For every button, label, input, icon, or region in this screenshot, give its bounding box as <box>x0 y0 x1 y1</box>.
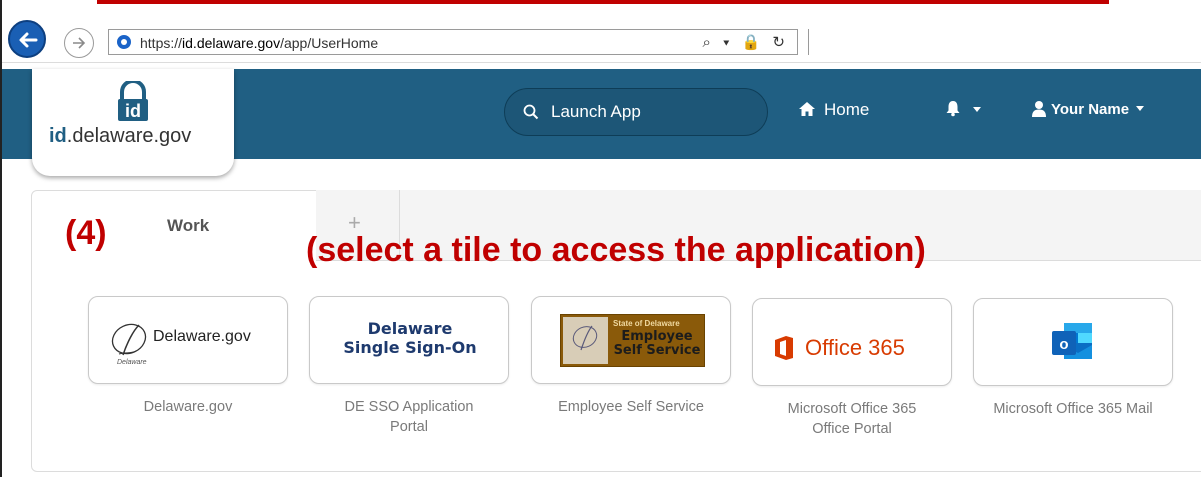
app-tile-delaware-gov[interactable]: Delaware.gov Delaware <box>88 296 288 384</box>
ess-logo: State of Delaware Employee Self Service <box>560 314 705 367</box>
tile-label[interactable]: DE SSO Application Portal <box>309 397 509 437</box>
svg-text:id: id <box>125 101 141 121</box>
toolbar-divider <box>2 62 1201 63</box>
site-logo[interactable]: id id.delaware.gov <box>32 69 234 176</box>
tile-logo-text: Delaware.gov <box>153 328 251 345</box>
chevron-down-icon <box>1136 106 1145 111</box>
chevron-down-icon <box>973 107 981 112</box>
tab-work[interactable]: Work <box>167 216 209 236</box>
tile-label[interactable]: Microsoft Office 365 Mail <box>973 399 1173 419</box>
launch-app-label: Launch App <box>551 102 641 121</box>
app-tile-office-365-mail[interactable]: o <box>973 298 1173 386</box>
delaware-d-logo-icon <box>111 323 147 356</box>
address-actions-icon[interactable]: ⌕ ▾ 🔒 ↻ <box>703 33 789 51</box>
address-bar[interactable]: https://id.delaware.gov/app/UserHome ⌕ ▾… <box>108 29 798 55</box>
home-link[interactable]: Home <box>799 100 870 120</box>
office-logo-icon <box>775 336 793 360</box>
home-label: Home <box>824 100 870 119</box>
user-icon <box>1032 101 1046 117</box>
tile-logo-text: Delaware Single Sign-On <box>343 319 477 357</box>
bell-icon <box>946 101 960 117</box>
tile-logo-text: Office 365 <box>805 335 905 360</box>
outlook-logo-icon: o <box>1052 323 1092 359</box>
svg-text:o: o <box>1059 336 1068 353</box>
forward-button[interactable] <box>64 28 94 58</box>
launch-app-search[interactable]: Launch App <box>504 88 768 136</box>
home-icon <box>799 102 815 116</box>
arrow-left-icon <box>19 32 38 48</box>
tile-logo-text: Employee Self Service <box>613 329 701 358</box>
tile-label[interactable]: Microsoft Office 365 Office Portal <box>752 399 952 439</box>
app-tile-employee-self-service[interactable]: State of Delaware Employee Self Service <box>531 296 731 384</box>
tile-label[interactable]: Delaware.gov <box>88 397 288 417</box>
instruction-annotation: (select a tile to access the application… <box>306 231 926 269</box>
tile-logo-subtext: State of Delaware <box>613 319 680 328</box>
app-tile-office-365[interactable]: Office 365 <box>752 298 952 386</box>
notifications-menu[interactable] <box>944 99 981 122</box>
highlight-border <box>97 0 1109 4</box>
url-text: https://id.delaware.gov/app/UserHome <box>140 35 379 51</box>
search-icon <box>523 104 539 120</box>
lock-logo-icon: id <box>118 81 148 121</box>
app-tile-de-sso[interactable]: Delaware Single Sign-On <box>309 296 509 384</box>
back-button[interactable] <box>8 20 46 58</box>
tile-logo-subtext: Delaware <box>117 359 147 366</box>
tile-label[interactable]: Employee Self Service <box>531 397 731 417</box>
delaware-d-logo-icon <box>563 317 608 364</box>
logo-text: id.delaware.gov <box>49 125 192 147</box>
user-name: Your Name <box>1051 101 1130 118</box>
site-identity-icon <box>117 35 131 49</box>
user-menu[interactable]: Your Name <box>1051 101 1145 118</box>
divider <box>808 29 809 55</box>
step-annotation: (4) <box>65 214 107 252</box>
arrow-right-icon <box>73 37 86 49</box>
